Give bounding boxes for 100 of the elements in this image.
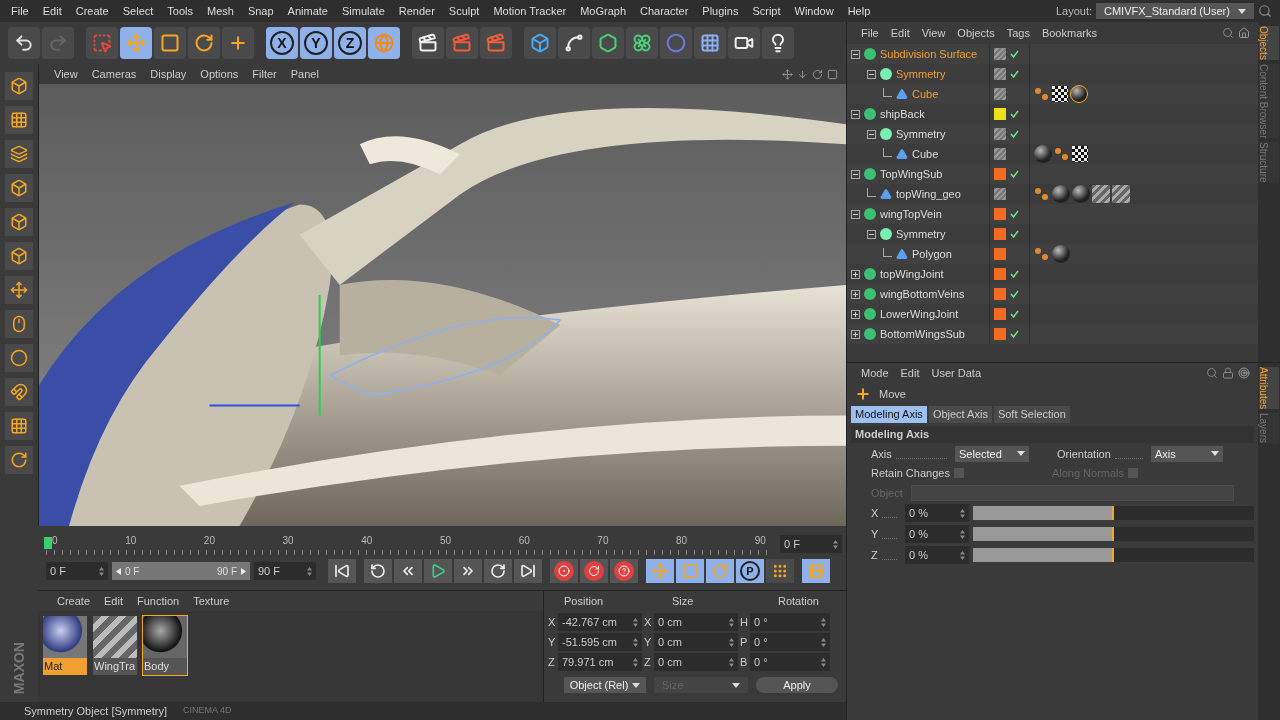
spinner-arrows-icon[interactable] — [821, 617, 826, 627]
percent-field[interactable]: 0 % — [905, 546, 969, 564]
checkmark-icon[interactable] — [1010, 230, 1019, 238]
search-icon[interactable] — [1258, 4, 1272, 18]
mode-button[interactable] — [5, 378, 33, 406]
menu-item[interactable]: Window — [787, 2, 841, 20]
texture-tag-icon[interactable] — [1052, 86, 1068, 102]
viewport-menu-item[interactable]: View — [47, 65, 85, 83]
object-name[interactable]: Cube — [912, 145, 939, 163]
spinner-arrows-icon[interactable] — [307, 566, 312, 576]
spinner-arrows-icon[interactable] — [729, 657, 734, 667]
parameter-key-button[interactable]: P — [736, 559, 764, 583]
expand-toggle-icon[interactable] — [851, 289, 860, 299]
render-tool-button[interactable] — [412, 27, 444, 59]
attribute-tab[interactable]: Object Axis — [928, 405, 992, 423]
target-icon[interactable] — [1238, 367, 1250, 379]
position-field[interactable]: -51.595 cm — [558, 633, 642, 651]
object-menu-item[interactable]: Objects — [951, 24, 1001, 42]
light-tool-button[interactable] — [762, 27, 794, 59]
spinner-arrows-icon[interactable] — [633, 657, 638, 667]
layer-color-swatch[interactable] — [994, 308, 1006, 320]
left-handle-icon[interactable] — [116, 567, 121, 575]
attribute-menu-item[interactable]: Edit — [894, 364, 926, 382]
camera-tool-button[interactable] — [728, 27, 760, 59]
layer-empty-swatch[interactable] — [994, 128, 1006, 140]
undo-tool-button[interactable] — [8, 27, 40, 59]
object-name[interactable]: Cube — [912, 85, 939, 103]
object-menu-item[interactable]: Edit — [884, 24, 916, 42]
spinner-arrows-icon[interactable] — [833, 539, 838, 549]
material-tag-icon[interactable] — [1052, 185, 1070, 203]
orientation-dropdown[interactable]: Axis — [1151, 445, 1223, 462]
next-key-button[interactable] — [484, 559, 512, 583]
autokey-button[interactable] — [580, 559, 608, 583]
material-menu-item[interactable]: Edit — [97, 592, 130, 610]
phong-tag-icon[interactable] — [1034, 186, 1050, 202]
object-name[interactable]: Polygon — [912, 245, 952, 263]
selection-mode-dropdown[interactable]: Selected — [955, 445, 1029, 462]
layer-color-swatch[interactable] — [994, 328, 1006, 340]
layer-color-swatch[interactable] — [994, 108, 1006, 120]
mode-button[interactable] — [5, 276, 33, 304]
viewport-menu-item[interactable]: Panel — [283, 65, 326, 83]
apply-button[interactable]: Apply — [756, 677, 838, 693]
end-frame-field[interactable]: 90 F — [254, 562, 316, 580]
slider-fill[interactable] — [973, 506, 1114, 520]
percent-field[interactable]: 0 % — [905, 504, 969, 522]
rotate-tool-button[interactable] — [188, 27, 220, 59]
object-name[interactable]: BottomWingsSub — [880, 325, 965, 343]
menu-item[interactable]: Edit — [35, 2, 69, 20]
collapse-toggle-icon[interactable] — [851, 209, 860, 219]
menu-item[interactable]: Create — [68, 2, 116, 20]
prev-frame-button[interactable] — [394, 559, 422, 583]
menu-item[interactable]: Animate — [280, 2, 335, 20]
key-points-button[interactable] — [766, 559, 794, 583]
position-field[interactable]: 79.971 cm — [558, 653, 642, 671]
viewport-menu-item[interactable]: Filter — [245, 65, 284, 83]
phong-tag-icon[interactable] — [1034, 246, 1050, 262]
rotation-field[interactable]: 0 ° — [750, 633, 830, 651]
record-button[interactable] — [550, 559, 578, 583]
rotation-field[interactable]: 0 ° — [750, 613, 830, 631]
checkmark-icon[interactable] — [1010, 110, 1019, 118]
layer-empty-swatch[interactable] — [994, 88, 1006, 100]
axis-lock-button[interactable]: Z — [334, 27, 366, 59]
object-name[interactable]: TopWingSub — [880, 165, 943, 183]
menu-item[interactable]: Sculpt — [441, 2, 487, 20]
checkmark-icon[interactable] — [1010, 70, 1019, 78]
first-button[interactable] — [328, 559, 356, 583]
object-name[interactable]: topWingJoint — [880, 265, 944, 283]
layer-empty-swatch[interactable] — [994, 68, 1006, 80]
menu-item[interactable]: Character — [633, 2, 696, 20]
menu-item[interactable]: Motion Tracker — [486, 2, 574, 20]
menu-item[interactable]: Render — [391, 2, 442, 20]
layer-empty-swatch[interactable] — [994, 188, 1006, 200]
expand-toggle-icon[interactable] — [851, 269, 860, 279]
layer-color-swatch[interactable] — [994, 248, 1006, 260]
deformer-tool-button[interactable] — [660, 27, 692, 59]
phong-tag-icon[interactable] — [1054, 146, 1070, 162]
mode-button[interactable] — [5, 446, 33, 474]
material-swatch[interactable]: Body — [142, 615, 188, 676]
checkmark-icon[interactable] — [1010, 270, 1019, 278]
orbit-view-icon[interactable] — [812, 68, 823, 80]
size-field[interactable]: 0 cm — [654, 633, 738, 651]
menu-item[interactable]: File — [4, 2, 36, 20]
spinner-arrows-icon[interactable] — [960, 508, 965, 518]
spinner-arrows-icon[interactable] — [99, 566, 104, 576]
cube-tool-button[interactable] — [524, 27, 556, 59]
spinner-arrows-icon[interactable] — [633, 637, 638, 647]
size-field[interactable]: 0 cm — [654, 613, 738, 631]
coordinate-mode-dropdown[interactable]: Object (Rel) — [564, 677, 646, 693]
checkmark-icon[interactable] — [1010, 50, 1019, 58]
material-tag-icon[interactable] — [1052, 245, 1070, 263]
layer-color-swatch[interactable] — [994, 268, 1006, 280]
spinner-arrows-icon[interactable] — [960, 529, 965, 539]
material-tag-icon[interactable] — [1072, 185, 1090, 203]
spinner-arrows-icon[interactable] — [633, 617, 638, 627]
slider-fill[interactable] — [973, 527, 1114, 541]
object-name[interactable]: Symmetry — [896, 65, 946, 83]
attribute-tab[interactable]: Modeling Axis — [851, 405, 927, 423]
object-name[interactable]: wingBottomVeins — [880, 285, 965, 303]
checkmark-icon[interactable] — [1010, 310, 1019, 318]
current-frame-field[interactable]: 0 F — [780, 535, 842, 553]
